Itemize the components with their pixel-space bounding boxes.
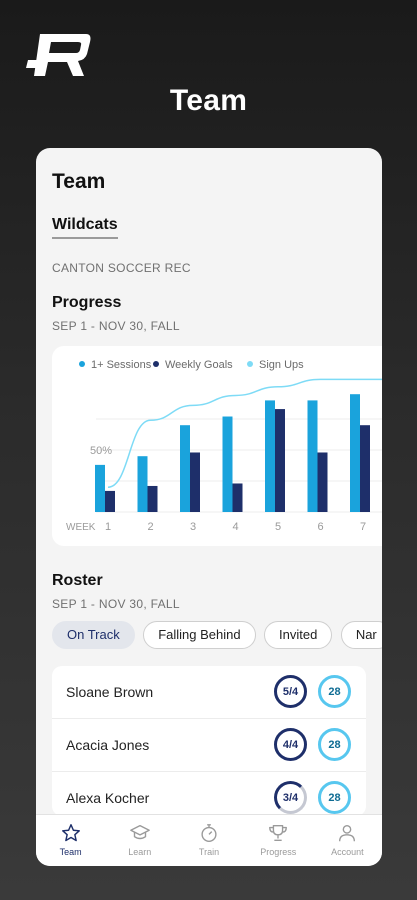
x-axis-prefix-label: WEEK <box>66 522 96 533</box>
progress-chart-svg: 1+ Sessions Weekly Goals Sign Ups 50% WEEK 1 2… <box>66 359 382 533</box>
filter-chip-on-track[interactable]: On Track <box>52 621 135 649</box>
filter-chip-invited[interactable]: Invited <box>264 621 333 649</box>
legend-label: Weekly Goals <box>165 359 233 371</box>
x-tick-label: 5 <box>275 521 281 533</box>
roster-row[interactable]: Sloane Brown 5/4 28 <box>52 666 366 719</box>
chart-bar <box>180 425 190 512</box>
legend-swatch <box>247 361 253 367</box>
tab-label: Progress <box>260 847 297 857</box>
sessions-badge: 28 <box>318 675 351 708</box>
tab-team[interactable]: Team <box>36 815 105 866</box>
roster-list: Sloane Brown 5/4 28 Acacia Jones 4/4 28 … <box>52 666 366 816</box>
weekly-goals-badge: 3/4 <box>274 781 307 814</box>
x-tick-label: 2 <box>148 521 154 533</box>
legend-swatch <box>153 361 159 367</box>
tab-label: Learn <box>128 847 152 857</box>
weekly-goals-badge: 4/4 <box>274 728 307 761</box>
tab-learn[interactable]: Learn <box>105 815 174 866</box>
x-tick-label: 6 <box>318 521 324 533</box>
legend-label: 1+ Sessions <box>91 359 152 371</box>
chart-bar <box>307 400 318 512</box>
organization-name: CANTON SOCCER REC <box>52 261 191 275</box>
sessions-badge: 28 <box>318 728 351 761</box>
filter-chip-more[interactable]: Nar <box>340 621 382 649</box>
chart-bar <box>222 416 233 512</box>
chart-bar <box>232 483 243 512</box>
team-selector[interactable]: Wildcats <box>52 216 118 239</box>
tab-progress[interactable]: Progress <box>244 815 313 866</box>
progress-date-range: SEP 1 - NOV 30, FALL <box>52 319 180 333</box>
roster-filter-chips: On Track Falling Behind Invited Nar <box>52 621 382 651</box>
x-tick-label: 7 <box>360 521 366 533</box>
roster-date-range: SEP 1 - NOV 30, FALL <box>52 597 180 611</box>
page-title: Team <box>169 84 248 117</box>
chart-line <box>107 378 382 488</box>
chart-bar <box>360 425 370 512</box>
chart-bar <box>147 485 158 512</box>
tab-label: Account <box>331 847 364 857</box>
sessions-badge: 28 <box>318 781 351 814</box>
app-logo <box>26 34 91 76</box>
chart-bar <box>105 490 115 512</box>
chart-bar <box>350 394 360 512</box>
person-icon <box>339 824 356 842</box>
chart-bar <box>275 409 285 512</box>
legend-swatch <box>79 361 85 367</box>
trophy-icon <box>269 824 288 842</box>
graduation-cap-icon <box>129 824 150 840</box>
chart-bar <box>190 452 200 512</box>
chart-bar <box>265 400 275 512</box>
roster-title: Roster <box>52 572 103 589</box>
star-icon <box>61 824 80 842</box>
x-tick-label: 3 <box>190 521 196 533</box>
bottom-tab-bar: Team Learn Train Progress Account <box>36 814 382 866</box>
chart-bar <box>137 456 148 512</box>
x-tick-label: 4 <box>233 521 239 533</box>
chart-bar <box>317 452 328 512</box>
roster-row[interactable]: Alexa Kocher 3/4 28 <box>52 772 366 816</box>
progress-chart[interactable]: 1+ Sessions Weekly Goals Sign Ups 50% WEEK 1 2… <box>52 346 382 546</box>
legend-label: Sign Ups <box>259 359 304 371</box>
roster-row[interactable]: Acacia Jones 4/4 28 <box>52 719 366 772</box>
x-tick-label: 1 <box>105 521 111 533</box>
card-title: Team <box>52 170 106 193</box>
team-card: Team Wildcats CANTON SOCCER REC Progress… <box>36 148 382 866</box>
tab-label: Train <box>198 847 220 857</box>
filter-chip-falling-behind[interactable]: Falling Behind <box>143 621 256 649</box>
tab-account[interactable]: Account <box>313 815 382 866</box>
tab-train[interactable]: Train <box>174 815 243 866</box>
tab-label: Team <box>59 847 82 857</box>
stopwatch-icon <box>201 824 217 842</box>
progress-title: Progress <box>52 294 122 311</box>
weekly-goals-badge: 5/4 <box>274 675 307 708</box>
y-tick-label: 50% <box>90 445 112 457</box>
chart-bar <box>95 464 105 512</box>
